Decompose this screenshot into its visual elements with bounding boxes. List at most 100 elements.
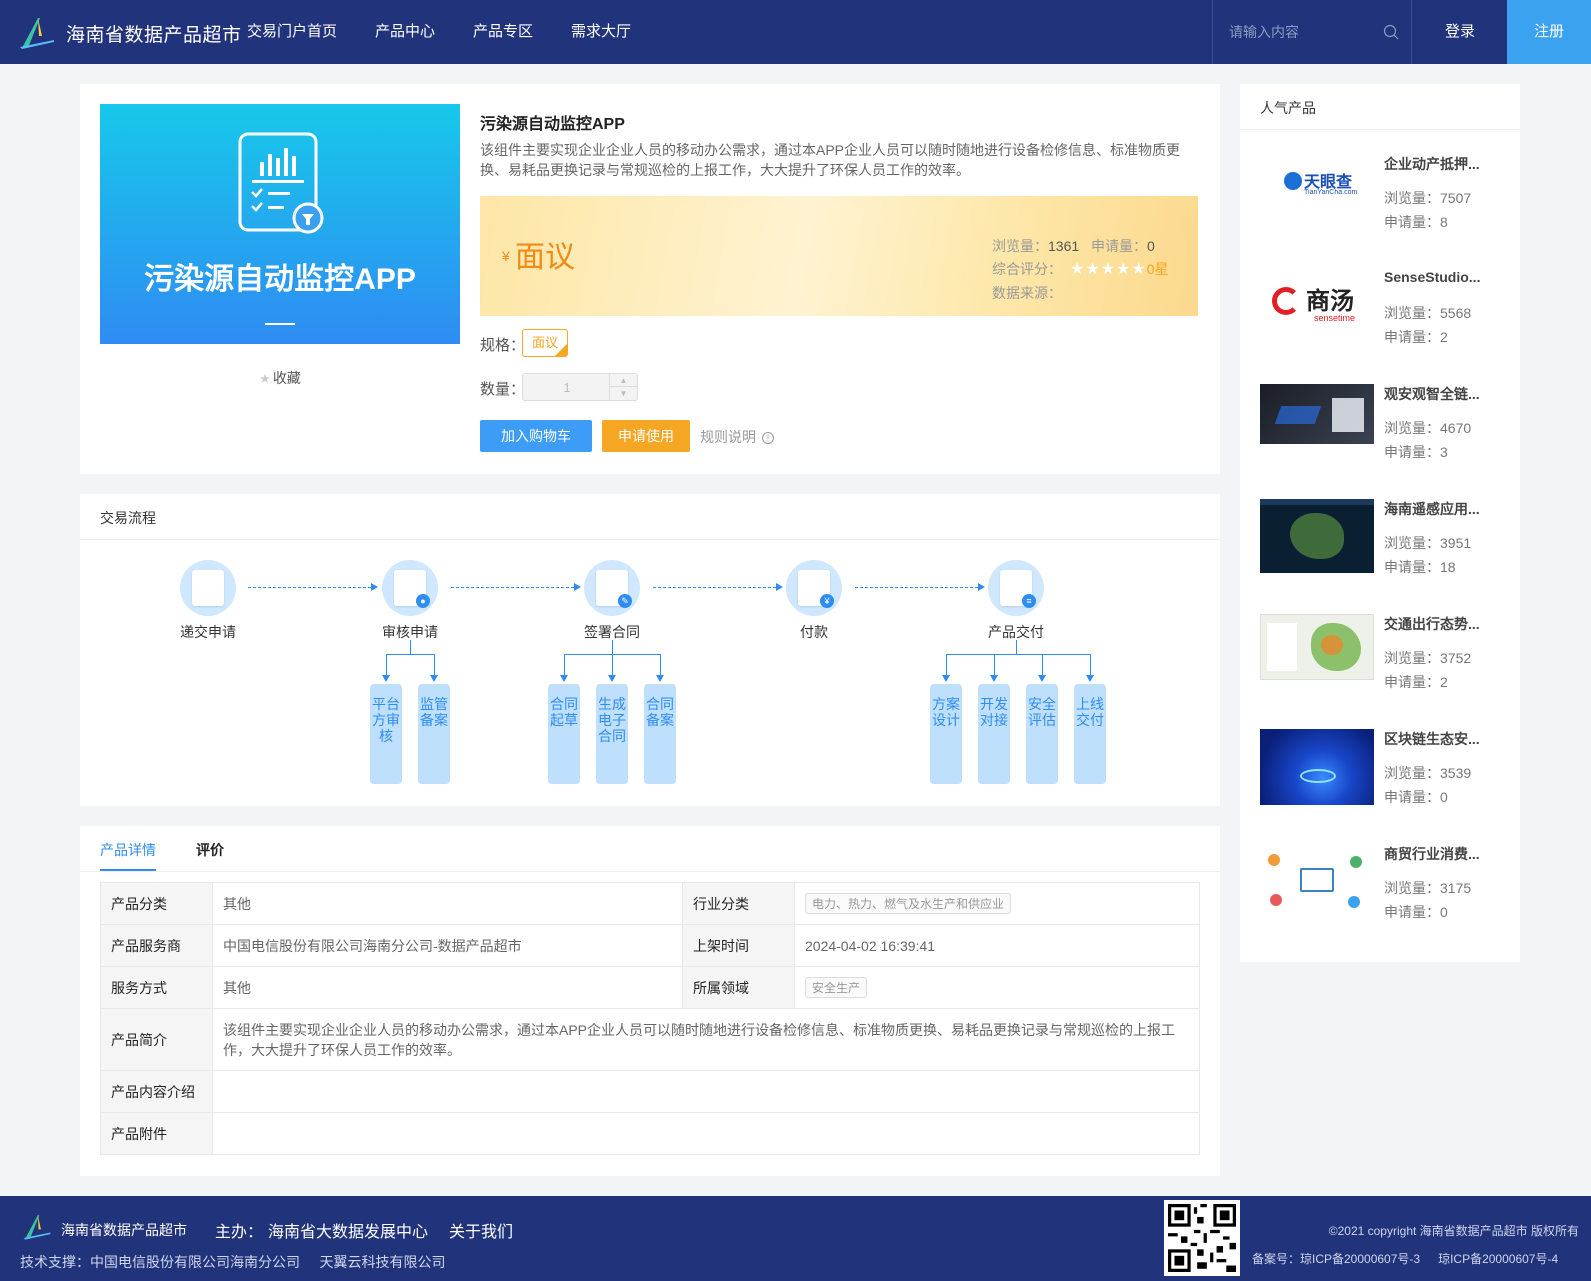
table-value: 中国电信股份有限公司海南分公司-数据产品超市 <box>212 924 683 967</box>
table-value: 其他 <box>212 882 683 925</box>
sub-step-box: 上线交付 <box>1074 684 1106 784</box>
table-key: 服务方式 <box>100 966 213 1009</box>
quantity-up-icon[interactable]: ▲ <box>609 374 637 387</box>
branch-line <box>612 654 613 676</box>
search-input[interactable] <box>1229 20 1369 44</box>
branch-line <box>1090 654 1091 676</box>
step-label: 审核申请 <box>382 624 438 640</box>
table-row: 产品内容介绍 <box>100 1070 1200 1113</box>
review-icon: ● <box>382 560 438 616</box>
popular-item-views: 浏览量：5568 <box>1384 305 1472 321</box>
detail-tabs: 产品详情 评价 <box>80 826 1220 872</box>
popular-item-views: 浏览量：7507 <box>1384 190 1472 206</box>
branch-arrow <box>990 675 998 682</box>
popular-item-applies: 申请量：8 <box>1384 214 1448 230</box>
apply-button[interactable]: 申请使用 <box>602 420 690 452</box>
popular-item[interactable]: 海南遥感应用... 浏览量：3951 申请量：18 <box>1260 499 1510 599</box>
process-title: 交易流程 <box>100 510 156 526</box>
popular-item-views: 浏览量：4670 <box>1384 420 1472 436</box>
source-label: 数据来源： <box>992 285 1062 301</box>
branch-arrow <box>430 675 438 682</box>
nav-home[interactable]: 交易门户首页 <box>247 0 337 64</box>
sub-step-box: 平台方审核 <box>370 684 402 784</box>
popular-item-applies: 申请量：2 <box>1384 674 1448 690</box>
step-label: 产品交付 <box>988 624 1044 640</box>
footer-copyright: ©2021 copyright 海南省数据产品超市 版权所有 <box>1328 1224 1579 1238</box>
spec-option[interactable]: 面议 <box>522 329 568 357</box>
branch-arrow <box>1086 675 1094 682</box>
table-row: 产品分类 其他 行业分类 电力、热力、燃气及水生产和供应业 <box>100 882 1200 925</box>
tab-review[interactable]: 评价 <box>196 840 224 860</box>
process-header: 交易流程 <box>80 494 1220 540</box>
dashboard-screenshot-icon <box>1260 384 1374 444</box>
branch-line <box>946 654 1090 655</box>
product-card: 污染源自动监控APP ★ 收藏 污染源自动监控APP 该组件主要实现企业企业人员的… <box>80 84 1220 474</box>
about-us-link[interactable]: 关于我们 <box>449 1218 513 1242</box>
commerce-network-icon <box>1260 844 1374 920</box>
popular-item[interactable]: 商汤 sensetime SenseStudio... 浏览量：5568 申请量… <box>1260 269 1510 369</box>
search-icon[interactable] <box>1383 24 1399 40</box>
popular-item-applies: 申请量：18 <box>1384 559 1456 575</box>
stats-line: 浏览量：1361 申请量：0 <box>992 236 1155 256</box>
price-value: 面议 <box>515 241 575 274</box>
table-row: 产品服务商 中国电信股份有限公司海南分公司-数据产品超市 上架时间 2024-0… <box>100 924 1200 967</box>
popular-item-name: 商贸行业消费... <box>1384 846 1480 862</box>
qr-code-icon <box>1164 1200 1240 1276</box>
rating-label: 综合评分： <box>992 261 1062 277</box>
table-key: 产品附件 <box>100 1112 213 1155</box>
icp-number-2[interactable]: 琼ICP备20000607号-4 <box>1438 1252 1558 1266</box>
table-row: 产品简介 该组件主要实现企业企业人员的移动办公需求，通过本APP企业人员可以随时… <box>100 1008 1200 1071</box>
popular-item-applies: 申请量：3 <box>1384 444 1448 460</box>
popular-item[interactable]: 天眼查 TianYanCha.com 企业动产抵押... 浏览量：7507 申请… <box>1260 154 1510 254</box>
register-button[interactable]: 注册 <box>1507 0 1591 64</box>
rules-label: 规则说明 <box>700 429 756 445</box>
login-button[interactable]: 登录 <box>1413 0 1507 64</box>
favorite-label: 收藏 <box>272 370 301 386</box>
rating-stars-icon: ★★★★★ <box>1070 261 1147 278</box>
popular-item-views: 浏览量：3752 <box>1384 650 1472 666</box>
nav-product-zone[interactable]: 产品专区 <box>473 0 533 64</box>
favorite-button[interactable]: ★ 收藏 <box>100 368 460 388</box>
site-logo-icon[interactable] <box>18 14 56 52</box>
views-label: 浏览量： <box>992 238 1048 254</box>
table-row: 服务方式 其他 所属领域 安全生产 <box>100 966 1200 1009</box>
add-to-cart-button[interactable]: 加入购物车 <box>480 420 592 452</box>
main-nav: 交易门户首页 产品中心 产品专区 需求大厅 <box>247 0 669 64</box>
branch-line <box>1016 640 1017 654</box>
table-key: 产品内容介绍 <box>100 1070 213 1113</box>
payment-icon: ¥ <box>786 560 842 616</box>
table-row: 产品附件 <box>100 1112 1200 1155</box>
table-key: 产品服务商 <box>100 924 213 967</box>
source-line: 数据来源： <box>992 283 1062 303</box>
popular-item-applies: 申请量：0 <box>1384 904 1448 920</box>
popular-item[interactable]: 观安观智全链... 浏览量：4670 申请量：3 <box>1260 384 1510 484</box>
product-detail: 产品详情 评价 产品分类 其他 行业分类 电力、热力、燃气及水生产和供应业 产品… <box>80 826 1220 1176</box>
quantity-down-icon[interactable]: ▼ <box>609 387 637 400</box>
branch-line <box>994 654 995 676</box>
branch-line <box>434 654 435 676</box>
icp-number-1[interactable]: 备案号：琼ICP备20000607号-3 <box>1252 1252 1420 1266</box>
document-chart-icon <box>238 132 324 234</box>
popular-item-views: 浏览量：3175 <box>1384 880 1472 896</box>
branch-arrow <box>560 675 568 682</box>
table-value: 2024-04-02 16:39:41 <box>794 924 1200 967</box>
sidebar-header: 人气产品 <box>1240 84 1520 130</box>
step-label: 付款 <box>800 624 828 640</box>
step-review: ● 审核申请 <box>350 560 470 642</box>
popular-item-name: 区块链生态安... <box>1384 731 1480 747</box>
popular-item[interactable]: 商贸行业消费... 浏览量：3175 申请量：0 <box>1260 844 1510 944</box>
popular-item[interactable]: 交通出行态势... 浏览量：3752 申请量：2 <box>1260 614 1510 714</box>
table-value <box>212 1070 1200 1113</box>
nav-demand-hall[interactable]: 需求大厅 <box>571 0 631 64</box>
traffic-map-icon <box>1260 614 1374 680</box>
step-label: 递交申请 <box>180 624 236 640</box>
nav-product-center[interactable]: 产品中心 <box>375 0 435 64</box>
quantity-input[interactable] <box>523 374 611 400</box>
search-box <box>1212 0 1412 64</box>
sensetime-logo-icon: 商汤 sensetime <box>1260 269 1374 339</box>
tab-detail[interactable]: 产品详情 <box>100 840 156 871</box>
branch-arrow <box>382 675 390 682</box>
popular-item[interactable]: 区块链生态安... 浏览量：3539 申请量：0 <box>1260 729 1510 829</box>
rules-link[interactable]: 规则说明! <box>700 427 774 447</box>
site-title[interactable]: 海南省数据产品超市 <box>66 20 242 47</box>
